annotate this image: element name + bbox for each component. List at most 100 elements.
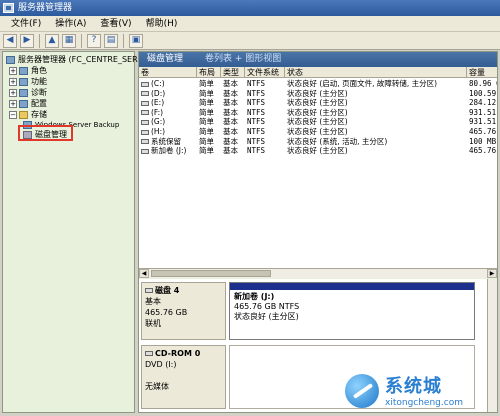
cell-text: NTFS [247,136,266,146]
cell-fs: NTFS [245,146,285,156]
cell-text: 状态良好 (主分区) [287,88,348,98]
column-status[interactable]: 状态 [285,67,467,78]
cell-text: NTFS [247,127,266,136]
tree-item-configuration[interactable]: + 配置 [9,98,47,109]
tree-item-roles[interactable]: + 角色 [9,65,47,76]
volume-list-header: 卷 布局 类型 文件系统 状态 容量 [139,67,497,78]
cell-layout: 简单 [197,108,221,118]
table-row[interactable]: (D:) 简单 基本 NTFS 状态良好 (主分区) 100.59 [139,89,497,99]
expand-icon[interactable]: + [9,77,17,86]
cell-text: 系统保留 [151,136,181,146]
cell-fs: NTFS [245,108,285,118]
cell-text: 状态良好 (主分区) [287,117,348,127]
disk-4-kind: 基本 [145,297,161,306]
cell-text: 基本 [223,136,238,146]
table-row[interactable]: (G:) 简单 基本 NTFS 状态良好 (主分区) 931.51 [139,117,497,127]
menu-file[interactable]: 文件(F) [4,17,48,31]
horizontal-scrollbar[interactable]: ◀ ▶ [139,268,497,278]
cell-name: 新加卷 (J:) [139,146,197,156]
table-row[interactable]: 系统保留 简单 基本 NTFS 状态良好 (系统, 活动, 主分区) 100 MB [139,137,497,147]
diagnostics-icon [19,88,28,97]
expand-icon[interactable]: + [9,66,17,75]
cell-status: 状态良好 (主分区) [285,108,467,118]
table-row[interactable]: (H:) 简单 基本 NTFS 状态良好 (主分区) 465.76 [139,127,497,137]
cell-capacity: 931.51 [467,108,497,118]
cell-text: 简单 [199,107,214,117]
cell-text: 状态良好 (主分区) [287,107,348,117]
cell-text: (C:) [151,79,165,88]
table-row[interactable]: 新加卷 (J:) 简单 基本 NTFS 状态良好 (主分区) 465.76 [139,146,497,156]
server-icon [6,55,15,64]
cell-layout: 简单 [197,146,221,156]
toolbar-separator [81,33,82,48]
cdrom-label[interactable]: CD-ROM 0 DVD (I:) 无媒体 [141,345,226,409]
scroll-left-icon[interactable]: ◀ [139,269,149,278]
menu-action[interactable]: 操作(A) [48,17,93,31]
watermark-url: xitongcheng.com [385,398,463,408]
volume-icon [141,139,149,145]
pane-header: 磁盘管理 卷列表 + 图形视图 [139,52,497,67]
cell-type: 基本 [221,146,245,156]
partition-j[interactable]: 新加卷 (J:) 465.76 GB NTFS 状态良好 (主分区) [229,282,475,340]
cell-status: 状态良好 (主分区) [285,127,467,137]
volume-list: 卷 布局 类型 文件系统 状态 容量 (C:) 简单 基本 NTFS 状态良好 (启动,… [139,67,497,268]
tree-item-diagnostics[interactable]: + 诊断 [9,87,47,98]
cdrom-icon [145,351,153,356]
cell-text: 基本 [223,98,238,108]
cell-status: 状态良好 (系统, 活动, 主分区) [285,137,467,147]
cell-text: 基本 [223,79,238,88]
volume-icon [141,91,149,97]
back-icon[interactable]: ◀ [3,33,17,48]
cell-text: 状态良好 (主分区) [287,146,348,156]
column-layout[interactable]: 布局 [197,67,221,78]
cell-text: 931.51 [469,107,497,117]
expand-icon[interactable]: + [9,99,17,108]
console-icon[interactable]: ▣ [129,33,143,48]
tree-item-root[interactable]: 服务器管理器 (FC_CENTRE_SER3 [6,54,143,65]
title-bar: 服务器管理器 [0,0,500,16]
disk-4-label[interactable]: 磁盘 4 基本 465.76 GB 联机 [141,282,226,340]
toolbar: ◀ ▶ ▲ ▦ ? ▤ ▣ [0,32,500,50]
expand-icon[interactable]: + [9,88,17,97]
volume-icon [141,148,149,154]
column-volume[interactable]: 卷 [139,67,197,78]
cell-capacity: 465.76 [467,146,497,156]
scroll-thumb[interactable] [151,270,271,277]
menu-help[interactable]: 帮助(H) [139,17,185,31]
properties-icon[interactable]: ▤ [104,33,118,48]
column-type[interactable]: 类型 [221,67,245,78]
features-icon [19,77,28,86]
tree-item-storage[interactable]: − 存储 [9,109,47,120]
cell-text: 新加卷 (J:) [151,146,187,156]
cell-name: (D:) [139,89,197,99]
help-icon[interactable]: ? [87,33,101,48]
table-row[interactable]: (E:) 简单 基本 NTFS 状态良好 (主分区) 284.12 [139,98,497,108]
table-row[interactable]: (C:) 简单 基本 NTFS 状态良好 (启动, 页面文件, 故障转储, 主分区) 80… [139,79,497,89]
table-row[interactable]: (F:) 简单 基本 NTFS 状态良好 (主分区) 931.51 [139,108,497,118]
cell-layout: 简单 [197,137,221,147]
configuration-icon [19,99,28,108]
show-tree-icon[interactable]: ▦ [62,33,76,48]
cell-text: (F:) [151,107,164,117]
partition-status: 状态良好 (主分区) [234,312,299,321]
view-mode-label[interactable]: 卷列表 + 图形视图 [205,52,281,67]
toolbar-separator [39,33,40,48]
column-capacity[interactable]: 容量 [467,67,497,78]
menu-bar: 文件(F) 操作(A) 查看(V) 帮助(H) [0,16,500,32]
cell-text: 简单 [199,146,214,156]
menu-view[interactable]: 查看(V) [93,17,138,31]
cdrom-name: CD-ROM 0 [155,349,201,358]
forward-icon[interactable]: ▶ [20,33,34,48]
cdrom-state: 无媒体 [145,382,169,391]
tree-item-features[interactable]: + 功能 [9,76,47,87]
cell-text: NTFS [247,88,266,98]
cell-text: 简单 [199,98,214,108]
disk-icon [145,288,153,293]
column-filesystem[interactable]: 文件系统 [245,67,285,78]
up-folder-icon[interactable]: ▲ [45,33,59,48]
cell-text: 基本 [223,107,238,117]
scroll-right-icon[interactable]: ▶ [487,269,497,278]
cell-layout: 简单 [197,89,221,99]
cell-text: 284.12 [469,98,497,108]
collapse-icon[interactable]: − [9,110,17,119]
